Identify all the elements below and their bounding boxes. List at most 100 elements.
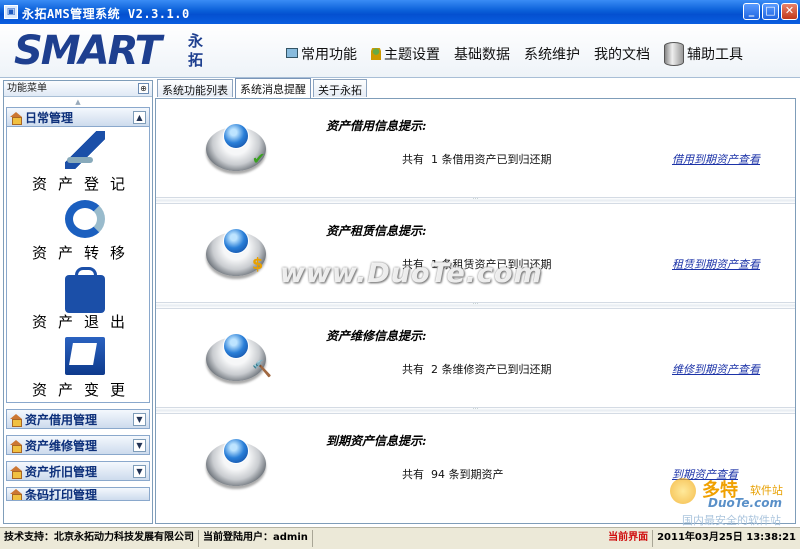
nav-label: 我的文档	[594, 47, 650, 63]
nav-my-documents[interactable]: 我的文档	[594, 44, 650, 64]
group-depreciation-management[interactable]: 资产折旧管理 ▼	[6, 461, 150, 481]
maximize-button[interactable]: □	[762, 3, 779, 20]
logo: SMART 永拓	[14, 31, 203, 71]
top-nav: 常用功能 主题设置 基础数据 系统维护 我的文档 辅助工具	[286, 42, 757, 66]
func-asset-change[interactable]: 资产变更	[7, 335, 151, 403]
tab-system-messages[interactable]: 系统消息提醒	[235, 78, 311, 98]
group-label: 资产折旧管理	[25, 464, 98, 479]
daily-management-body: 资产登记 资产转移 资产退出 资产变更	[6, 127, 150, 403]
dollar-icon: $	[252, 254, 264, 273]
group-barcode-management[interactable]: 条码打印管理	[6, 487, 150, 501]
monitor-icon	[286, 48, 298, 58]
func-label: 资产登记	[31, 175, 136, 193]
function-menu-title: 功能菜单	[7, 83, 47, 94]
card-message: 共有 94 条到期资产	[402, 468, 504, 481]
card-title: 资产租赁信息提示:	[326, 224, 427, 238]
group-label: 日常管理	[25, 110, 74, 125]
view-lease-expired-link[interactable]: 租赁到期资产查看	[672, 256, 760, 272]
card-expired-info: 到期资产信息提示: 共有 94 条到期资产 到期资产查看	[156, 414, 795, 512]
scroll-up-icon[interactable]: ▲	[4, 97, 152, 107]
func-asset-register[interactable]: 资产登记	[7, 129, 151, 197]
group-label: 资产维修管理	[25, 438, 98, 453]
func-label: 资产退出	[31, 313, 136, 331]
view-repair-expired-link[interactable]: 维修到期资产查看	[672, 361, 760, 377]
chevron-down-icon[interactable]: ▼	[133, 465, 146, 478]
tab-about[interactable]: 关于永拓	[313, 79, 367, 97]
chevron-up-icon[interactable]: ▲	[133, 111, 146, 124]
home-icon	[10, 488, 22, 500]
home-icon	[10, 413, 22, 427]
func-asset-transfer[interactable]: 资产转移	[7, 198, 151, 266]
status-support: 技术支持：北京永拓动力科技发展有限公司	[0, 530, 199, 547]
home-icon	[10, 465, 22, 479]
view-expired-assets-link[interactable]: 到期资产查看	[672, 466, 738, 482]
logo-text: SMART	[14, 28, 162, 74]
card-borrow-info: ✔ 资产借用信息提示: 共有 1 条借用资产已到归还期 借用到期资产查看	[156, 99, 795, 197]
logo-subtext: 永拓	[188, 32, 204, 69]
tab-function-list[interactable]: 系统功能列表	[157, 79, 233, 97]
check-icon: ✔	[252, 149, 266, 168]
card-title: 资产借用信息提示:	[326, 119, 427, 133]
splitter[interactable]: ···	[156, 197, 795, 204]
window-titlebar: ▣ 永拓AMS管理系统 V2.3.1.0 _ □ ✕	[0, 0, 800, 24]
nav-label: 常用功能	[301, 47, 357, 63]
status-user: 当前登陆用户：admin	[199, 530, 313, 547]
group-daily-management[interactable]: 日常管理 ▲	[6, 107, 150, 127]
message-panel: ✔ 资产借用信息提示: 共有 1 条借用资产已到归还期 借用到期资产查看 ···…	[155, 98, 796, 524]
nav-common-functions[interactable]: 常用功能	[286, 44, 357, 64]
splitter[interactable]: ···	[156, 302, 795, 309]
close-button[interactable]: ✕	[781, 3, 798, 20]
card-message: 共有 1 条借用资产已到归还期	[402, 153, 552, 166]
bag-icon	[65, 267, 105, 313]
database-icon	[664, 42, 684, 66]
home-icon	[10, 439, 22, 453]
splitter[interactable]: ···	[156, 407, 795, 414]
tab-strip: 系统功能列表 系统消息提醒 关于永拓	[157, 78, 369, 98]
card-title: 到期资产信息提示:	[326, 434, 427, 448]
chevron-down-icon[interactable]: ▼	[133, 413, 146, 426]
group-borrow-management[interactable]: 资产借用管理 ▼	[6, 409, 150, 429]
globe-icon	[223, 123, 249, 149]
chevron-down-icon[interactable]: ▼	[133, 439, 146, 452]
status-datetime: 2011年03月25日 13:38:21	[657, 532, 796, 543]
status-bar: 技术支持：北京永拓动力科技发展有限公司 当前登陆用户：admin 当前界面 20…	[0, 527, 800, 549]
transfer-arrow-icon	[65, 200, 105, 238]
nav-label: 基础数据	[454, 47, 510, 63]
nav-label: 辅助工具	[687, 47, 743, 63]
person-icon	[371, 48, 381, 60]
card-lease-info: $ 资产租赁信息提示: 共有 1 条租赁资产已到归还期 租赁到期资产查看	[156, 204, 795, 302]
nav-auxiliary-tools[interactable]: 辅助工具	[664, 42, 743, 66]
func-label: 资产转移	[31, 244, 136, 262]
status-spacer	[313, 530, 604, 547]
status-current-view: 当前界面	[604, 530, 654, 547]
nav-theme-settings[interactable]: 主题设置	[371, 44, 440, 64]
nav-label: 主题设置	[384, 47, 440, 63]
app-header: SMART 永拓 常用功能 主题设置 基础数据 系统维护 我的文档 辅助工具	[0, 24, 800, 78]
view-borrow-expired-link[interactable]: 借用到期资产查看	[672, 151, 760, 167]
func-label: 资产变更	[31, 381, 136, 399]
folder-icon	[65, 337, 105, 375]
nav-base-data[interactable]: 基础数据	[454, 44, 510, 64]
card-title: 资产维修信息提示:	[326, 329, 427, 343]
globe-icon	[223, 333, 249, 359]
globe-icon	[223, 438, 249, 464]
group-label: 资产借用管理	[25, 412, 98, 427]
pen-icon	[65, 131, 105, 169]
minimize-button[interactable]: _	[743, 3, 760, 20]
hammer-icon: 🔨	[252, 359, 272, 378]
function-menu-panel: 功能菜单 ⊕ ▲ 日常管理 ▲ 资产登记 资产转移 资产退出 资产变更 资产借用…	[3, 80, 153, 524]
globe-icon	[223, 228, 249, 254]
card-message: 共有 1 条租赁资产已到归还期	[402, 258, 552, 271]
function-menu-header: 功能菜单 ⊕	[4, 81, 152, 97]
nav-system-maintenance[interactable]: 系统维护	[524, 44, 580, 64]
card-message: 共有 2 条维修资产已到归还期	[402, 363, 552, 376]
group-repair-management[interactable]: 资产维修管理 ▼	[6, 435, 150, 455]
app-icon: ▣	[4, 5, 18, 19]
group-label: 条码打印管理	[25, 487, 98, 501]
nav-label: 系统维护	[524, 47, 580, 63]
home-icon	[10, 111, 22, 125]
window-title: 永拓AMS管理系统 V2.3.1.0	[22, 7, 190, 21]
func-asset-exit[interactable]: 资产退出	[7, 267, 151, 335]
card-repair-info: 🔨 资产维修信息提示: 共有 2 条维修资产已到归还期 维修到期资产查看	[156, 309, 795, 407]
pin-icon[interactable]: ⊕	[138, 83, 149, 94]
